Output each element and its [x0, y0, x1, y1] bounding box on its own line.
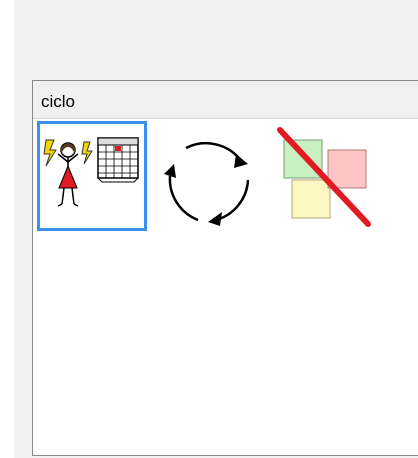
woman-calendar-icon [43, 137, 139, 207]
panel-title: ciclo [33, 81, 418, 119]
symbol-panel: ciclo [32, 80, 418, 456]
no-colors-icon [277, 127, 371, 227]
symbol-tile-no-colors[interactable] [269, 121, 379, 231]
symbol-tile-woman-calendar[interactable] [37, 121, 147, 231]
window-left-edge [0, 0, 14, 458]
cycle-arrows-icon [164, 141, 250, 226]
symbol-tile-cycle[interactable] [153, 121, 263, 231]
